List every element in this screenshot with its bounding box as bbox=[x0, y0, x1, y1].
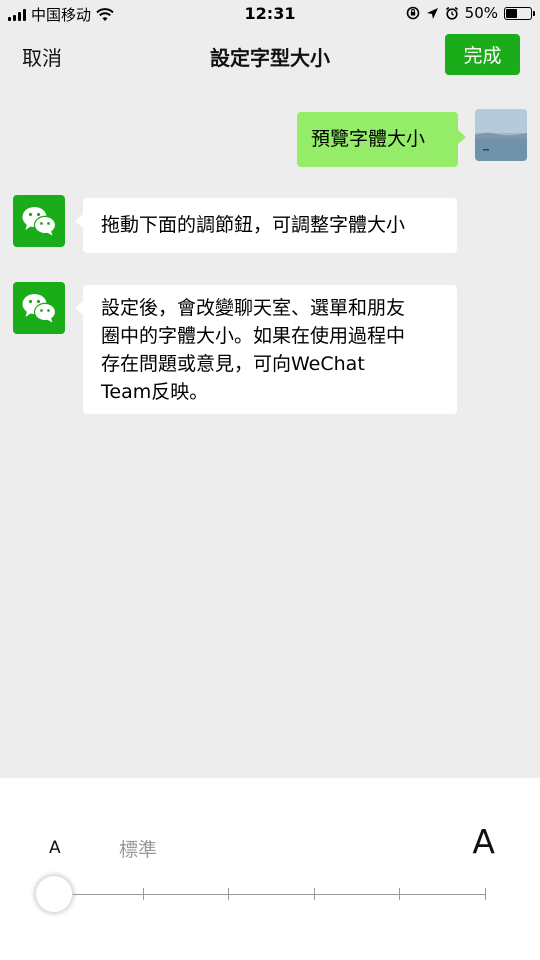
current-size-label: 標準 bbox=[119, 839, 158, 861]
large-font-label: A bbox=[472, 822, 495, 861]
wechat-avatar[interactable] bbox=[13, 195, 65, 247]
status-bar: 中国移动 12:31 50% bbox=[0, 0, 540, 28]
message-bubble-info: 設定後，會改變聊天室、選單和朋友 圈中的字體大小。如果在使用過程中 存在問題或意… bbox=[75, 285, 457, 414]
slider-tick[interactable] bbox=[143, 888, 144, 900]
wechat-logo-icon bbox=[22, 207, 57, 236]
slider-tick[interactable] bbox=[314, 888, 315, 900]
nav-bar: 取消 設定字型大小 完成 bbox=[0, 28, 540, 84]
alarm-icon bbox=[445, 6, 458, 20]
font-size-slider-track[interactable] bbox=[55, 894, 486, 895]
wechat-avatar[interactable] bbox=[13, 282, 65, 334]
small-font-label: A bbox=[49, 838, 61, 858]
cancel-button[interactable]: 取消 bbox=[22, 42, 62, 71]
battery-percent: 50% bbox=[464, 4, 498, 22]
status-right: 50% bbox=[406, 4, 535, 22]
landscape-photo-icon bbox=[475, 109, 527, 161]
message-text: 拖動下面的調節鈕，可調整字體大小 bbox=[101, 214, 406, 236]
message-line: Team反映。 bbox=[101, 381, 209, 403]
slider-tick[interactable] bbox=[228, 888, 229, 900]
message-text: 預覽字體大小 bbox=[311, 128, 426, 150]
orientation-lock-icon bbox=[406, 6, 419, 20]
user-avatar[interactable] bbox=[475, 109, 527, 161]
slider-tick[interactable] bbox=[399, 888, 400, 900]
message-bubble-hint: 拖動下面的調節鈕，可調整字體大小 bbox=[75, 198, 457, 253]
slider-tick[interactable] bbox=[485, 888, 486, 900]
message-line: 存在問題或意見，可向WeChat bbox=[101, 353, 365, 375]
message-bubble-preview: 預覽字體大小 bbox=[297, 112, 466, 167]
done-button[interactable]: 完成 bbox=[445, 34, 520, 75]
message-line: 設定後，會改變聊天室、選單和朋友 bbox=[101, 297, 406, 319]
font-size-slider-knob[interactable] bbox=[35, 875, 73, 913]
message-line: 圈中的字體大小。如果在使用過程中 bbox=[101, 325, 406, 347]
location-icon bbox=[426, 7, 438, 19]
battery-icon bbox=[504, 6, 535, 20]
font-size-panel: A 標準 A bbox=[0, 778, 540, 960]
wechat-logo-icon bbox=[22, 294, 57, 323]
